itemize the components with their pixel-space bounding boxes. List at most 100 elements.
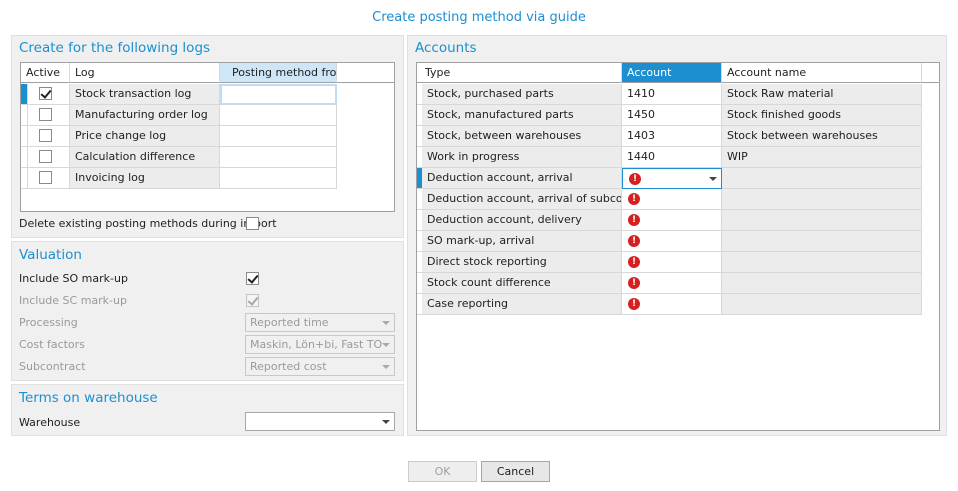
cancel-button[interactable]: Cancel [481, 461, 550, 482]
account-row[interactable]: Stock, purchased parts 1410 Stock Raw mate… [417, 84, 922, 105]
subcontract-select[interactable]: Reported cost [245, 357, 395, 376]
account-cell[interactable]: ! [622, 210, 722, 231]
active-checkbox[interactable] [39, 108, 52, 121]
column-header-filler [922, 63, 939, 83]
accounts-grid: Type Account Account name Stock, purchas… [416, 62, 940, 431]
dialog-title: Create posting method via guide [372, 10, 586, 25]
column-header-log[interactable]: Log [70, 63, 220, 83]
account-cell[interactable]: ! [622, 189, 722, 210]
account-row[interactable]: Stock, manufactured parts 1450 Stock finis… [417, 105, 922, 126]
row-indicator [21, 126, 28, 147]
active-checkbox[interactable] [39, 150, 52, 163]
logs-grid: Active Log Posting method from Stock tra… [20, 62, 395, 212]
type-cell: Case reporting [422, 294, 622, 315]
account-cell[interactable]: ! [622, 231, 722, 252]
accounts-panel-title: Accounts [415, 40, 477, 56]
account-name-cell: Stock between warehouses [722, 126, 922, 147]
type-cell: Work in progress [422, 147, 622, 168]
logs-grid-header: Active Log Posting method from [21, 63, 394, 83]
valuation-title: Valuation [19, 247, 82, 263]
account-row[interactable]: Direct stock reporting! [417, 252, 922, 273]
warehouse-select[interactable] [245, 412, 395, 431]
accounts-grid-header: Type Account Account name [417, 63, 939, 83]
account-cell[interactable]: 1410 [622, 84, 722, 105]
type-cell: Direct stock reporting [422, 252, 622, 273]
log-row[interactable]: Price change log [21, 126, 394, 147]
active-cell[interactable] [28, 126, 70, 147]
account-name-cell [722, 294, 922, 315]
warehouse-panel: Terms on warehouse Warehouse [11, 384, 404, 436]
processing-value: Reported time [250, 316, 329, 329]
log-name-cell: Price change log [70, 126, 220, 147]
log-name-cell: Stock transaction log [70, 84, 220, 105]
account-row[interactable]: Stock count difference! [417, 273, 922, 294]
account-row[interactable]: Case reporting! [417, 294, 922, 315]
chevron-down-icon[interactable] [709, 177, 717, 181]
account-name-cell [722, 273, 922, 294]
column-header-posting-method-from[interactable]: Posting method from [220, 63, 337, 83]
account-cell[interactable]: ! [622, 252, 722, 273]
type-cell: Deduction account, delivery [422, 210, 622, 231]
type-cell: Stock count difference [422, 273, 622, 294]
account-cell[interactable]: ! [622, 168, 722, 189]
log-row[interactable]: Stock transaction log [21, 84, 394, 105]
include-sc-label: Include SC mark-up [19, 294, 127, 307]
log-row[interactable]: Invoicing log [21, 168, 394, 189]
column-header-account-name[interactable]: Account name [722, 63, 922, 83]
account-row[interactable]: Work in progress 1440 WIP [417, 147, 922, 168]
account-cell[interactable]: 1403 [622, 126, 722, 147]
chevron-down-icon [382, 365, 390, 369]
account-cell[interactable]: ! [622, 294, 722, 315]
row-indicator [21, 84, 28, 105]
account-name-cell [722, 252, 922, 273]
account-row[interactable]: Deduction account, arrival of subcon...! [417, 189, 922, 210]
posting-method-cell[interactable] [220, 105, 337, 126]
cost-factors-select[interactable]: Maskin, Lön+bi, Fast TO [245, 335, 395, 354]
account-row[interactable]: SO mark-up, arrival! [417, 231, 922, 252]
include-so-checkbox[interactable] [246, 272, 259, 285]
account-cell[interactable]: 1440 [622, 147, 722, 168]
active-checkbox[interactable] [39, 129, 52, 142]
warehouse-label: Warehouse [19, 416, 81, 429]
error-icon: ! [629, 173, 641, 185]
cost-factors-value: Maskin, Lön+bi, Fast TO [250, 338, 383, 351]
error-icon: ! [628, 235, 640, 247]
log-row[interactable]: Calculation difference [21, 147, 394, 168]
column-header-type[interactable]: Type [417, 63, 622, 83]
type-cell: Stock, manufactured parts [422, 105, 622, 126]
account-row[interactable]: Deduction account, delivery! [417, 210, 922, 231]
delete-existing-checkbox[interactable] [246, 217, 259, 230]
valuation-panel: Valuation Include SO mark-up Include SC … [11, 241, 404, 381]
active-checkbox[interactable] [39, 171, 52, 184]
posting-method-cell[interactable] [220, 147, 337, 168]
log-row[interactable]: Manufacturing order log [21, 105, 394, 126]
error-icon: ! [628, 214, 640, 226]
column-header-filler [337, 63, 394, 83]
type-cell: Stock, purchased parts [422, 84, 622, 105]
account-name-cell: WIP [722, 147, 922, 168]
account-row[interactable]: Stock, between warehouses 1403 Stock betwe… [417, 126, 922, 147]
account-cell[interactable]: ! [622, 273, 722, 294]
account-name-cell: Stock Raw material [722, 84, 922, 105]
error-icon: ! [628, 256, 640, 268]
row-indicator [21, 147, 28, 168]
warehouse-panel-title: Terms on warehouse [19, 390, 158, 406]
posting-method-cell[interactable] [220, 126, 337, 147]
active-cell[interactable] [28, 147, 70, 168]
active-cell[interactable] [28, 84, 70, 105]
account-name-cell: Stock finished goods [722, 105, 922, 126]
column-header-active[interactable]: Active [21, 63, 70, 83]
posting-method-cell[interactable] [220, 84, 337, 105]
column-header-account[interactable]: Account [622, 63, 722, 83]
logs-panel-title: Create for the following logs [19, 40, 211, 56]
active-cell[interactable] [28, 105, 70, 126]
include-sc-checkbox[interactable] [246, 294, 259, 307]
account-cell[interactable]: 1450 [622, 105, 722, 126]
processing-select[interactable]: Reported time [245, 313, 395, 332]
posting-method-cell[interactable] [220, 168, 337, 189]
active-cell[interactable] [28, 168, 70, 189]
account-row[interactable]: Deduction account, arrival! [417, 168, 922, 189]
ok-button[interactable]: OK [408, 461, 477, 482]
active-checkbox[interactable] [39, 87, 52, 100]
chevron-down-icon [382, 321, 390, 325]
